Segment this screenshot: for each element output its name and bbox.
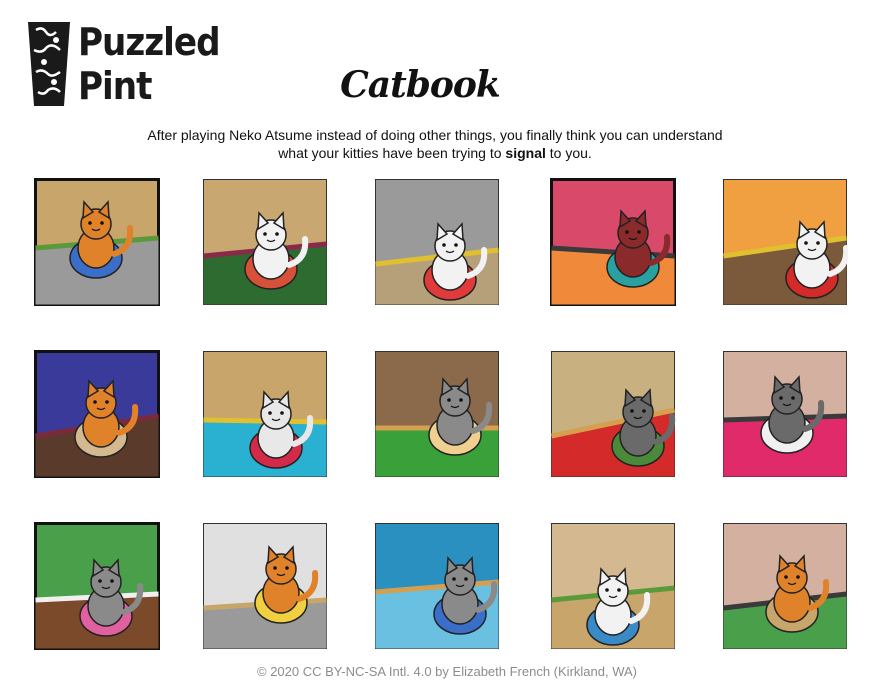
intro-line-2: what your kitties have been trying to si… bbox=[100, 144, 770, 162]
cat-picture-9 bbox=[550, 350, 676, 478]
cat-picture-3 bbox=[374, 178, 500, 306]
copyright-footer: © 2020 CC BY-NC-SA Intl. 4.0 by Elizabet… bbox=[257, 664, 637, 679]
cat-picture-4 bbox=[550, 178, 676, 306]
intro-text: After playing Neko Atsume instead of doi… bbox=[100, 126, 770, 162]
cat-picture-13 bbox=[374, 522, 500, 650]
cat-picture-8 bbox=[374, 350, 500, 478]
cat-picture-5 bbox=[722, 178, 848, 306]
cat-picture-6 bbox=[34, 350, 160, 478]
cat-picture-11 bbox=[34, 522, 160, 650]
cat-picture-10 bbox=[722, 350, 848, 478]
intro-bold-signal: signal bbox=[505, 145, 546, 161]
cat-picture-14 bbox=[550, 522, 676, 650]
page-title: Catbook bbox=[340, 64, 501, 106]
intro-line-1: After playing Neko Atsume instead of doi… bbox=[147, 127, 723, 143]
cat-picture-2 bbox=[202, 178, 328, 306]
logo-word-puzzled: Puzzled bbox=[78, 20, 221, 64]
intro-line-2-start: what your kitties have been trying to bbox=[278, 145, 506, 161]
intro-line-2-end: to you. bbox=[545, 145, 592, 161]
cat-picture-7 bbox=[202, 350, 328, 478]
cat-picture-12 bbox=[202, 522, 328, 650]
cat-picture-1 bbox=[34, 178, 160, 306]
cat-picture-15 bbox=[722, 522, 848, 650]
